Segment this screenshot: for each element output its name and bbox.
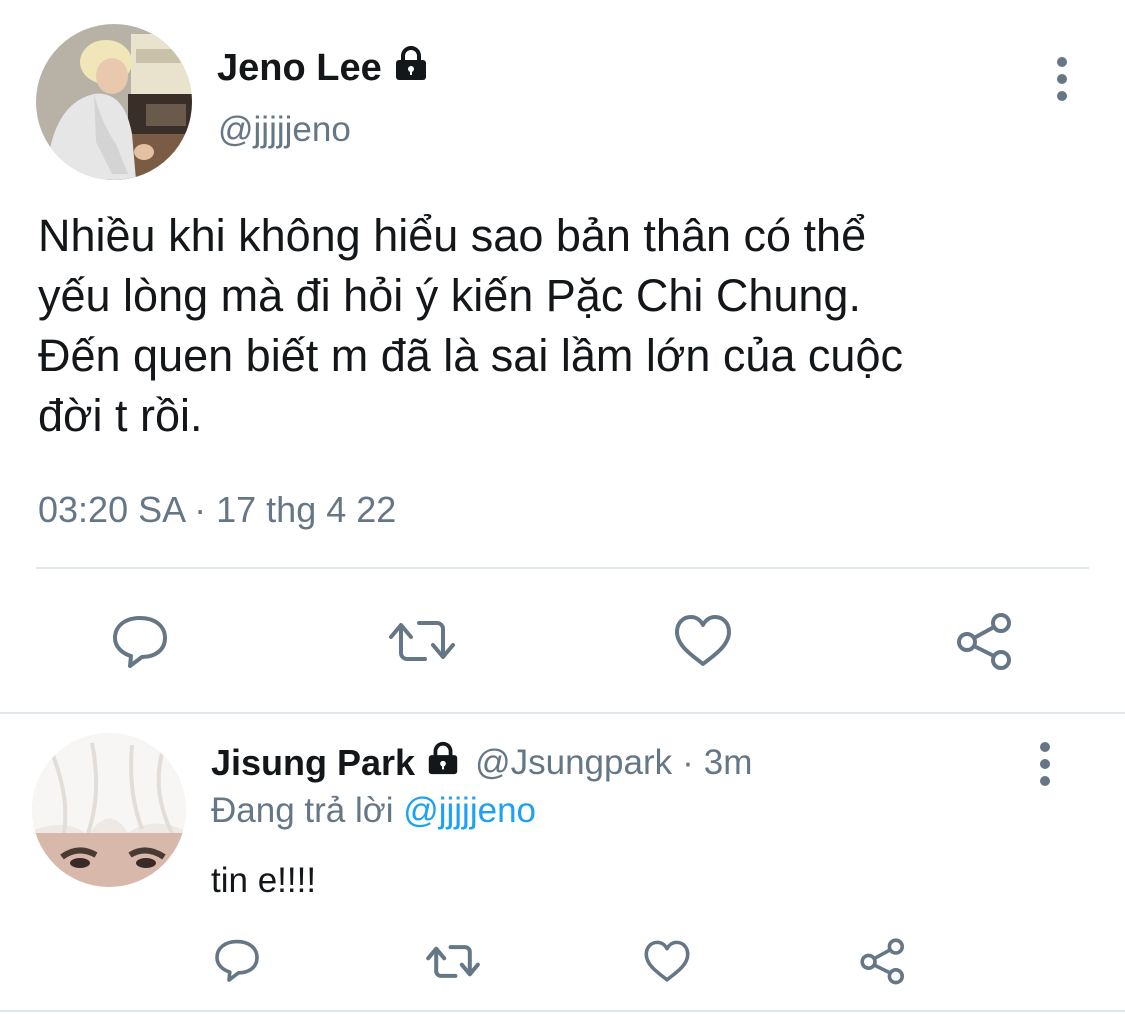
more-options-icon[interactable]	[1052, 57, 1072, 101]
retweet-icon	[426, 944, 480, 978]
lock-icon	[392, 44, 430, 92]
reply-text: tin e!!!!	[211, 861, 317, 900]
tweet-text: Nhiều khi không hiểu sao bản thân có thể…	[38, 206, 1098, 446]
retweet-icon	[389, 621, 455, 661]
share-button[interactable]	[954, 610, 1016, 672]
reply-reply-button[interactable]	[212, 935, 262, 985]
author-name-text: Jeno Lee	[217, 46, 382, 89]
author-name[interactable]: Jeno Lee	[217, 44, 430, 92]
tweet-text-line: yếu lòng mà đi hỏi ý kiến Pặc Chi Chung.	[38, 270, 861, 321]
replying-to-mention[interactable]: @jjjjjeno	[403, 791, 536, 830]
author-avatar[interactable]	[36, 24, 192, 180]
heart-icon	[675, 615, 731, 666]
reply-author-name-text: Jisung Park	[211, 741, 416, 783]
tweet-text-line: đời t rồi.	[38, 390, 203, 441]
divider	[0, 1010, 1125, 1012]
reply-retweet-button[interactable]	[424, 936, 482, 986]
reply-author-avatar[interactable]	[32, 733, 186, 887]
author-handle[interactable]: @jjjjjeno	[218, 110, 351, 150]
retweet-button[interactable]	[386, 612, 458, 670]
reply-like-button[interactable]	[642, 937, 692, 985]
lock-icon	[425, 740, 461, 785]
heart-icon	[644, 940, 690, 982]
tweet-timestamp[interactable]: 03:20 SA · 17 thg 4 22	[38, 489, 396, 531]
tweet-text-line: Nhiều khi không hiểu sao bản thân có thể	[38, 210, 867, 261]
reply-author-name[interactable]: Jisung Park	[211, 740, 461, 785]
replying-to-label: Đang trả lời	[211, 791, 394, 830]
separator-dot: ·	[682, 742, 694, 782]
replying-to: Đang trả lời @jjjjjeno	[211, 791, 536, 831]
divider	[0, 712, 1125, 714]
reply-header: Jisung Park @Jsungpark · 3m	[211, 740, 752, 785]
share-icon	[860, 938, 904, 985]
reply-button[interactable]	[108, 612, 172, 670]
reply-share-button[interactable]	[858, 936, 908, 986]
tweet-text-line: Đến quen biết m đã là sai lầm lớn của cu…	[38, 330, 903, 381]
divider	[36, 567, 1089, 569]
share-icon	[957, 613, 1011, 670]
reply-icon	[113, 616, 167, 668]
reply-time[interactable]: 3m	[704, 743, 753, 783]
reply-author-handle[interactable]: @Jsungpark	[475, 743, 672, 783]
more-options-icon[interactable]	[1035, 742, 1055, 786]
reply-icon	[215, 939, 259, 982]
tweet-detail-page: Jeno Lee @jjjjjeno Nhiều khi không hiểu …	[0, 0, 1125, 1014]
like-button[interactable]	[672, 612, 734, 670]
